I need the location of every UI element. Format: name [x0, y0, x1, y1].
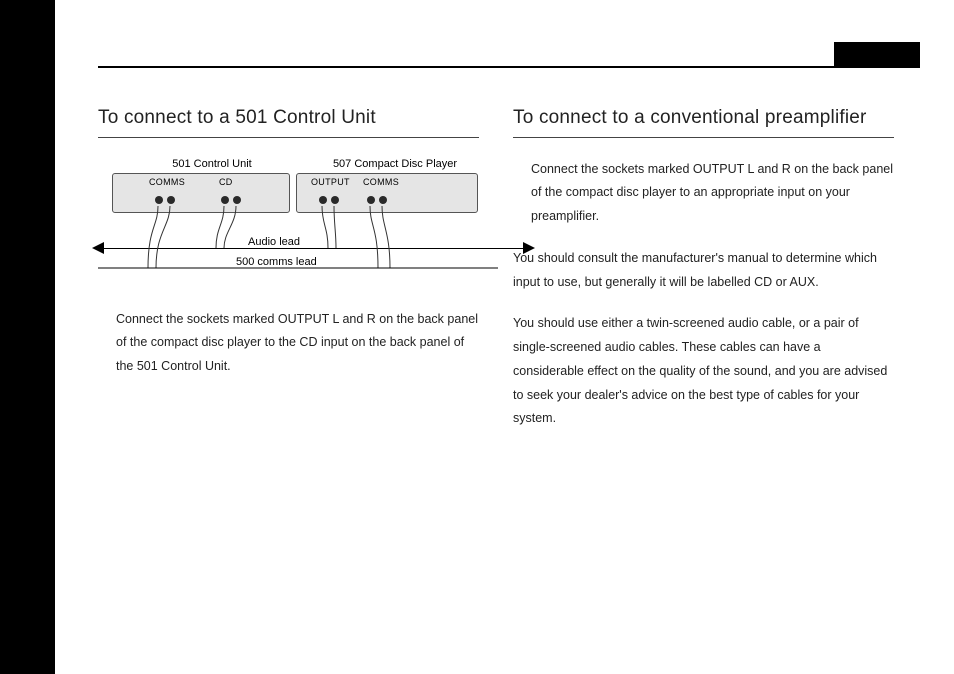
port-label-comms-right: COMMS [363, 177, 399, 187]
right-column: To connect to a conventional preamplifie… [513, 106, 894, 449]
top-horizontal-rule [98, 66, 920, 68]
label-comms-lead: 500 comms lead [236, 256, 317, 268]
top-right-black-block [834, 42, 920, 68]
device-box-507: OUTPUT COMMS [296, 173, 478, 213]
right-paragraph-1: Connect the sockets marked OUTPUT L and … [531, 158, 894, 229]
socket-icon [233, 196, 241, 204]
arrowhead-right-icon [523, 242, 535, 254]
right-paragraph-2: You should consult the manufacturer's ma… [513, 247, 894, 295]
device-box-501: COMMS CD [112, 173, 290, 213]
device-label-507: 507 Compact Disc Player [312, 158, 478, 170]
device-label-501: 501 Control Unit [142, 158, 282, 170]
label-audio-lead: Audio lead [248, 236, 300, 248]
port-label-cd: CD [219, 177, 233, 187]
socket-icon [331, 196, 339, 204]
socket-icon [155, 196, 163, 204]
right-paragraph-3: You should use either a twin-screened au… [513, 312, 894, 431]
socket-icon [367, 196, 375, 204]
left-paragraph-1: Connect the sockets marked OUTPUT L and … [116, 308, 479, 379]
socket-icon [319, 196, 327, 204]
port-label-output: OUTPUT [311, 177, 350, 187]
content-area: To connect to a 501 Control Unit 501 Con… [98, 106, 894, 449]
left-black-bar [0, 0, 55, 674]
left-column: To connect to a 501 Control Unit 501 Con… [98, 106, 479, 449]
socket-icon [167, 196, 175, 204]
socket-icon [379, 196, 387, 204]
left-column-heading: To connect to a 501 Control Unit [98, 106, 479, 138]
arrowhead-left-icon [92, 242, 104, 254]
audio-connection-line [98, 248, 529, 249]
right-column-heading: To connect to a conventional preamplifie… [513, 106, 894, 138]
socket-icon [221, 196, 229, 204]
connection-diagram: 501 Control Unit 507 Compact Disc Player… [98, 158, 479, 288]
port-label-comms-left: COMMS [149, 177, 185, 187]
